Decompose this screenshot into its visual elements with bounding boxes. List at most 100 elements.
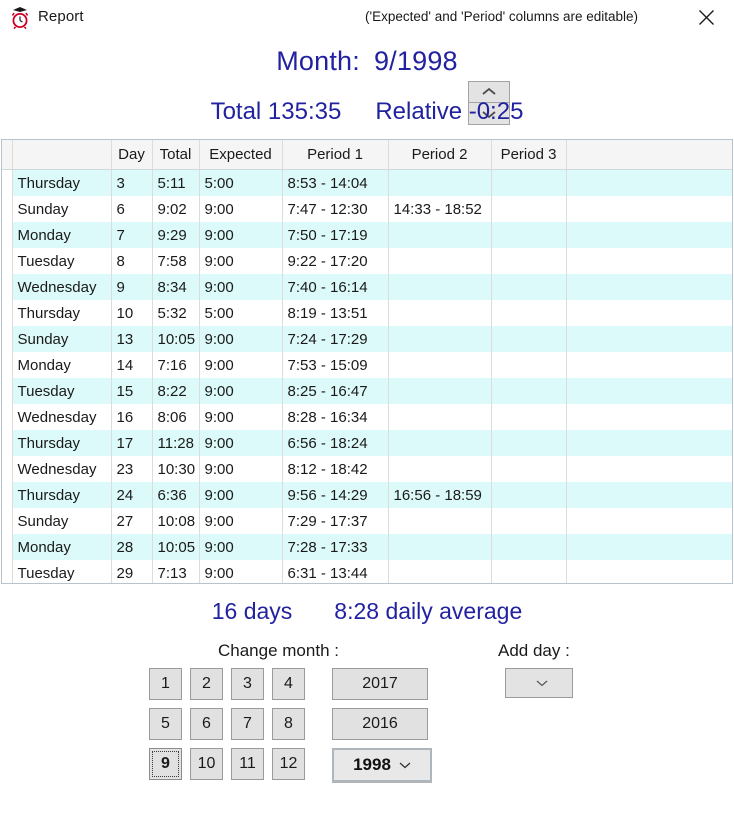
cell-period-1[interactable]: 7:24 - 17:29 xyxy=(282,326,388,352)
cell-period-1[interactable]: 7:47 - 12:30 xyxy=(282,196,388,222)
cell-total[interactable]: 10:08 xyxy=(152,508,199,534)
cell-total[interactable]: 11:28 xyxy=(152,430,199,456)
cell-period-1[interactable]: 7:28 - 17:33 xyxy=(282,534,388,560)
cell-total[interactable]: 7:16 xyxy=(152,352,199,378)
cell-period-1[interactable]: 7:53 - 15:09 xyxy=(282,352,388,378)
cell-total[interactable]: 7:58 xyxy=(152,248,199,274)
cell-period-2[interactable] xyxy=(388,404,491,430)
cell-day[interactable]: 14 xyxy=(111,352,152,378)
cell-period-2[interactable]: 16:56 - 18:59 xyxy=(388,482,491,508)
table-row[interactable]: Sunday2710:089:007:29 - 17:37 xyxy=(2,508,732,534)
cell-period-2[interactable] xyxy=(388,170,491,197)
cell-period-3[interactable] xyxy=(491,534,566,560)
cell-period-2[interactable] xyxy=(388,534,491,560)
cell-total[interactable]: 8:22 xyxy=(152,378,199,404)
cell-weekday[interactable]: Thursday xyxy=(12,300,111,326)
cell-period-1[interactable]: 8:12 - 18:42 xyxy=(282,456,388,482)
cell-expected[interactable]: 9:00 xyxy=(199,560,282,584)
cell-total[interactable]: 8:06 xyxy=(152,404,199,430)
cell-day[interactable]: 13 xyxy=(111,326,152,352)
cell-day[interactable]: 27 xyxy=(111,508,152,534)
cell-period-2[interactable] xyxy=(388,326,491,352)
cell-period-3[interactable] xyxy=(491,248,566,274)
cell-period-1[interactable]: 6:56 - 18:24 xyxy=(282,430,388,456)
cell-day[interactable]: 3 xyxy=(111,170,152,197)
year-button-2017[interactable]: 2017 xyxy=(332,668,428,700)
cell-period-3[interactable] xyxy=(491,170,566,197)
cell-total[interactable]: 8:34 xyxy=(152,274,199,300)
table-row[interactable]: Wednesday2310:309:008:12 - 18:42 xyxy=(2,456,732,482)
cell-expected[interactable]: 9:00 xyxy=(199,482,282,508)
cell-period-2[interactable] xyxy=(388,274,491,300)
cell-period-3[interactable] xyxy=(491,456,566,482)
column-header-day[interactable]: Day xyxy=(111,140,152,170)
month-button-12[interactable]: 12 xyxy=(272,748,305,780)
cell-weekday[interactable]: Monday xyxy=(12,534,111,560)
cell-period-2[interactable] xyxy=(388,430,491,456)
cell-day[interactable]: 29 xyxy=(111,560,152,584)
cell-expected[interactable]: 5:00 xyxy=(199,300,282,326)
table-row[interactable]: Thursday105:325:008:19 - 13:51 xyxy=(2,300,732,326)
cell-total[interactable]: 9:29 xyxy=(152,222,199,248)
cell-period-3[interactable] xyxy=(491,482,566,508)
cell-total[interactable]: 10:30 xyxy=(152,456,199,482)
cell-weekday[interactable]: Tuesday xyxy=(12,378,111,404)
cell-weekday[interactable]: Wednesday xyxy=(12,404,111,430)
cell-expected[interactable]: 9:00 xyxy=(199,248,282,274)
cell-total[interactable]: 9:02 xyxy=(152,196,199,222)
column-header-period1[interactable]: Period 1 xyxy=(282,140,388,170)
cell-day[interactable]: 8 xyxy=(111,248,152,274)
column-header-weekday[interactable] xyxy=(12,140,111,170)
month-button-6[interactable]: 6 xyxy=(190,708,223,740)
table-row[interactable]: Thursday1711:289:006:56 - 18:24 xyxy=(2,430,732,456)
cell-total[interactable]: 5:32 xyxy=(152,300,199,326)
table-row[interactable]: Tuesday158:229:008:25 - 16:47 xyxy=(2,378,732,404)
add-day-combobox[interactable] xyxy=(505,668,573,698)
cell-day[interactable]: 6 xyxy=(111,196,152,222)
report-grid[interactable]: Day Total Expected Period 1 Period 2 Per… xyxy=(1,139,733,584)
cell-day[interactable]: 16 xyxy=(111,404,152,430)
table-row[interactable]: Sunday1310:059:007:24 - 17:29 xyxy=(2,326,732,352)
cell-period-2[interactable] xyxy=(388,248,491,274)
cell-expected[interactable]: 9:00 xyxy=(199,534,282,560)
cell-period-2[interactable] xyxy=(388,352,491,378)
cell-period-1[interactable]: 9:56 - 14:29 xyxy=(282,482,388,508)
month-button-3[interactable]: 3 xyxy=(231,668,264,700)
cell-expected[interactable]: 9:00 xyxy=(199,378,282,404)
cell-period-2[interactable]: 14:33 - 18:52 xyxy=(388,196,491,222)
close-button[interactable] xyxy=(684,2,728,32)
column-header-total[interactable]: Total xyxy=(152,140,199,170)
cell-period-2[interactable] xyxy=(388,456,491,482)
cell-day[interactable]: 10 xyxy=(111,300,152,326)
cell-weekday[interactable]: Tuesday xyxy=(12,248,111,274)
cell-weekday[interactable]: Tuesday xyxy=(12,560,111,584)
cell-weekday[interactable]: Sunday xyxy=(12,326,111,352)
cell-total[interactable]: 5:11 xyxy=(152,170,199,197)
cell-total[interactable]: 6:36 xyxy=(152,482,199,508)
table-row[interactable]: Wednesday168:069:008:28 - 16:34 xyxy=(2,404,732,430)
cell-period-1[interactable]: 7:50 - 17:19 xyxy=(282,222,388,248)
cell-period-2[interactable] xyxy=(388,560,491,584)
month-button-7[interactable]: 7 xyxy=(231,708,264,740)
cell-period-3[interactable] xyxy=(491,326,566,352)
cell-day[interactable]: 23 xyxy=(111,456,152,482)
table-row[interactable]: Monday79:299:007:50 - 17:19 xyxy=(2,222,732,248)
cell-period-2[interactable] xyxy=(388,300,491,326)
table-row[interactable]: Thursday35:115:008:53 - 14:04 xyxy=(2,170,732,197)
cell-period-1[interactable]: 8:53 - 14:04 xyxy=(282,170,388,197)
year-combobox[interactable]: 1998 xyxy=(332,748,432,782)
month-button-2[interactable]: 2 xyxy=(190,668,223,700)
column-header-expected[interactable]: Expected xyxy=(199,140,282,170)
cell-total[interactable]: 7:13 xyxy=(152,560,199,584)
cell-period-1[interactable]: 6:31 - 13:44 xyxy=(282,560,388,584)
cell-expected[interactable]: 9:00 xyxy=(199,222,282,248)
cell-day[interactable]: 7 xyxy=(111,222,152,248)
column-header-period3[interactable]: Period 3 xyxy=(491,140,566,170)
cell-weekday[interactable]: Monday xyxy=(12,352,111,378)
cell-weekday[interactable]: Thursday xyxy=(12,430,111,456)
table-row[interactable]: Monday147:169:007:53 - 15:09 xyxy=(2,352,732,378)
table-row[interactable]: Thursday246:369:009:56 - 14:2916:56 - 18… xyxy=(2,482,732,508)
cell-day[interactable]: 24 xyxy=(111,482,152,508)
cell-period-1[interactable]: 9:22 - 17:20 xyxy=(282,248,388,274)
cell-period-3[interactable] xyxy=(491,404,566,430)
